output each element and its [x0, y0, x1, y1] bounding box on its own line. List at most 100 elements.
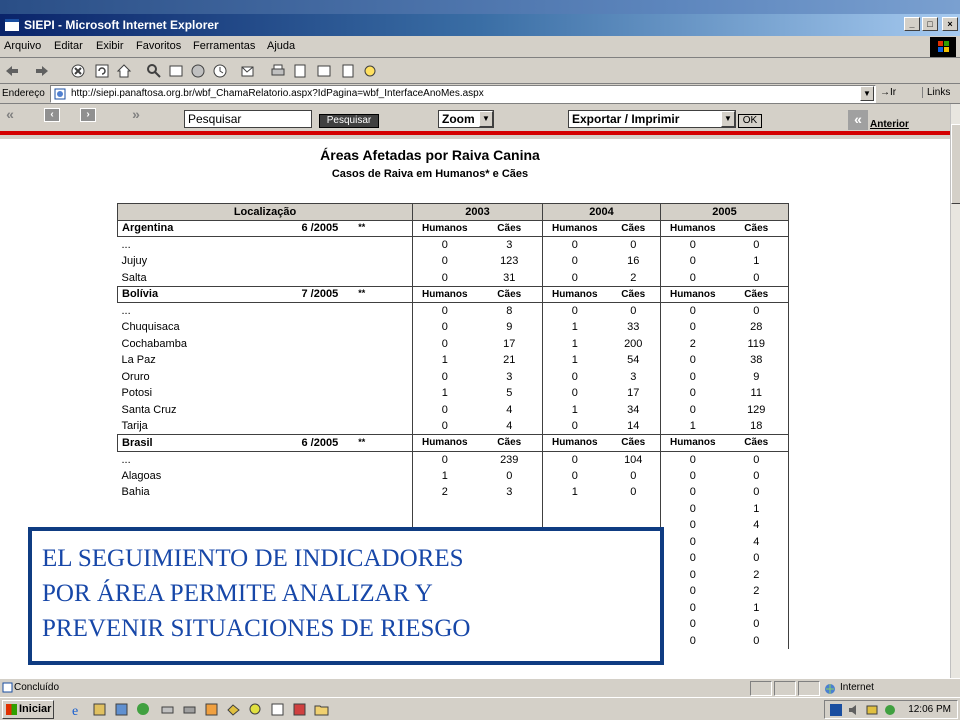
edit-icon[interactable]	[292, 63, 308, 79]
report-subtitle: Casos de Raiva em Humanos* e Cães	[331, 168, 529, 180]
stop-icon[interactable]	[70, 63, 86, 79]
mail-icon[interactable]	[240, 63, 256, 79]
cell-value: 0	[660, 352, 725, 369]
table-row: Chuquisaca 0 9 1 33 0 28	[118, 319, 789, 336]
cell-value: 2	[660, 335, 725, 352]
cell-value: 9	[506, 321, 513, 334]
refresh-icon[interactable]	[94, 63, 110, 79]
scrollbar-thumb[interactable]	[951, 124, 960, 204]
quicklaunch-icon[interactable]	[204, 702, 219, 717]
country-name: Brasil	[117, 434, 298, 452]
cell-value: 17	[503, 337, 516, 350]
maximize-button[interactable]: □	[922, 17, 938, 31]
quicklaunch-icon[interactable]	[92, 702, 107, 717]
menu-editar[interactable]: Editar	[54, 40, 83, 52]
table-row: Cochabamba 0 17 1 200 2 119	[118, 335, 789, 352]
quicklaunch-icon[interactable]	[292, 702, 307, 717]
cell-value: 9	[724, 368, 789, 385]
cell-value: 2	[412, 484, 477, 501]
links-button[interactable]: Links	[922, 87, 950, 98]
cell-value: 21	[503, 354, 516, 367]
research-icon[interactable]	[362, 63, 378, 79]
last-page-icon[interactable]: »	[128, 107, 144, 122]
network-icon[interactable]	[865, 703, 879, 717]
cell-value: 1	[542, 319, 607, 336]
start-button[interactable]: Iniciar	[2, 700, 54, 719]
home-icon[interactable]	[116, 63, 132, 79]
export-select[interactable]: Exportar / Imprimir ▼	[568, 110, 736, 128]
cell-value: 2	[724, 583, 789, 600]
media-player-icon[interactable]	[136, 702, 151, 717]
cell-value: 0	[724, 616, 789, 633]
print-icon[interactable]	[270, 63, 286, 79]
cell-value: 0	[724, 269, 789, 286]
first-page-icon[interactable]: «	[2, 107, 18, 122]
cell-value: 0	[630, 239, 637, 251]
security-icon[interactable]	[883, 703, 897, 717]
zoom-dropdown-icon: ▼	[479, 111, 493, 127]
menu-exibir[interactable]: Exibir	[96, 40, 124, 52]
search-input[interactable]	[184, 110, 312, 128]
language-icon[interactable]	[829, 703, 843, 717]
discuss-icon[interactable]	[316, 63, 332, 79]
cell-value: 0	[630, 469, 637, 482]
forward-icon[interactable]	[34, 63, 50, 79]
vertical-scrollbar[interactable]	[950, 104, 960, 678]
ok-button[interactable]: OK	[738, 114, 762, 128]
table-row: ... 0 3 0 0 0 0	[118, 236, 789, 253]
table-row: ... 0 239 0 104 0 0	[118, 451, 789, 468]
menu-ferramentas[interactable]: Ferramentas	[193, 40, 255, 52]
cell-value: 54	[627, 354, 640, 367]
favorites-icon[interactable]	[168, 63, 184, 79]
quicklaunch-icon[interactable]	[226, 702, 241, 717]
minimize-button[interactable]: _	[904, 17, 920, 31]
address-bar: Endereço http://siepi.panaftosa.org.br/w…	[0, 84, 960, 104]
svg-text:e: e	[72, 704, 78, 717]
cell-value: 239	[500, 453, 519, 466]
country-row: Brasil 6 /2005 ** Humanos Cães Humanos Cães Hum…	[117, 434, 789, 452]
quicklaunch-icon[interactable]	[248, 702, 263, 717]
taskbar: Iniciar e 12:06 PM	[0, 697, 960, 720]
go-button[interactable]: →Ir	[880, 87, 896, 98]
next-page-icon[interactable]: ›	[80, 108, 96, 122]
close-button[interactable]: ×	[942, 17, 958, 31]
anterior-link[interactable]: «Anterior	[848, 110, 909, 130]
menu-arquivo[interactable]: Arquivo	[4, 40, 41, 52]
cell-value: 0	[542, 451, 607, 468]
cell-value: 0	[630, 486, 637, 499]
title-bar[interactable]: SIEPI - Microsoft Internet Explorer _ □ …	[0, 14, 960, 36]
date-value: 6 /2005	[301, 222, 339, 235]
zoom-select[interactable]: Zoom ▼	[438, 110, 494, 128]
table-row: ... 0 8 0 0 0 0	[118, 302, 789, 319]
country-date: 6 /2005 **	[297, 434, 413, 452]
quicklaunch-icon[interactable]	[182, 702, 197, 717]
media-icon[interactable]	[190, 63, 206, 79]
table-row: La Paz 1 21 1 54 0 38	[118, 352, 789, 369]
prev-page-icon[interactable]: ‹	[44, 108, 60, 122]
speaker-icon[interactable]	[847, 703, 861, 717]
search-icon[interactable]	[146, 63, 162, 79]
menu-favoritos[interactable]: Favoritos	[136, 40, 181, 52]
address-dropdown-icon[interactable]: ▼	[860, 86, 874, 101]
address-input[interactable]: http://siepi.panaftosa.org.br/wbf_ChamaR…	[50, 85, 876, 103]
folder-icon[interactable]	[314, 702, 329, 717]
history-icon[interactable]	[212, 63, 228, 79]
cell-value: 2	[630, 271, 637, 284]
cell-value: 0	[542, 236, 607, 253]
messenger-icon[interactable]	[340, 63, 356, 79]
cell-value: 0	[542, 368, 607, 385]
subheader-humans: Humanos	[660, 285, 725, 303]
cell-value: 4	[724, 533, 789, 550]
quicklaunch-icon[interactable]	[160, 702, 175, 717]
desktop-strip	[0, 0, 960, 14]
menu-ajuda[interactable]: Ajuda	[267, 40, 295, 52]
quicklaunch-icon[interactable]	[114, 702, 129, 717]
back-icon[interactable]	[4, 63, 20, 79]
ie-icon[interactable]: e	[70, 702, 85, 717]
country-row: Bolívia 7 /2005 ** Humanos Cães Humanos Cães Hu…	[117, 285, 789, 303]
search-button[interactable]: Pesquisar	[319, 114, 379, 128]
quicklaunch-icon[interactable]	[270, 702, 285, 717]
cell-value: 1	[724, 599, 789, 616]
callout-box: EL SEGUIMIENTO DE INDICADORES POR ÁREA P…	[28, 527, 664, 665]
cell-value: 0	[660, 550, 725, 567]
